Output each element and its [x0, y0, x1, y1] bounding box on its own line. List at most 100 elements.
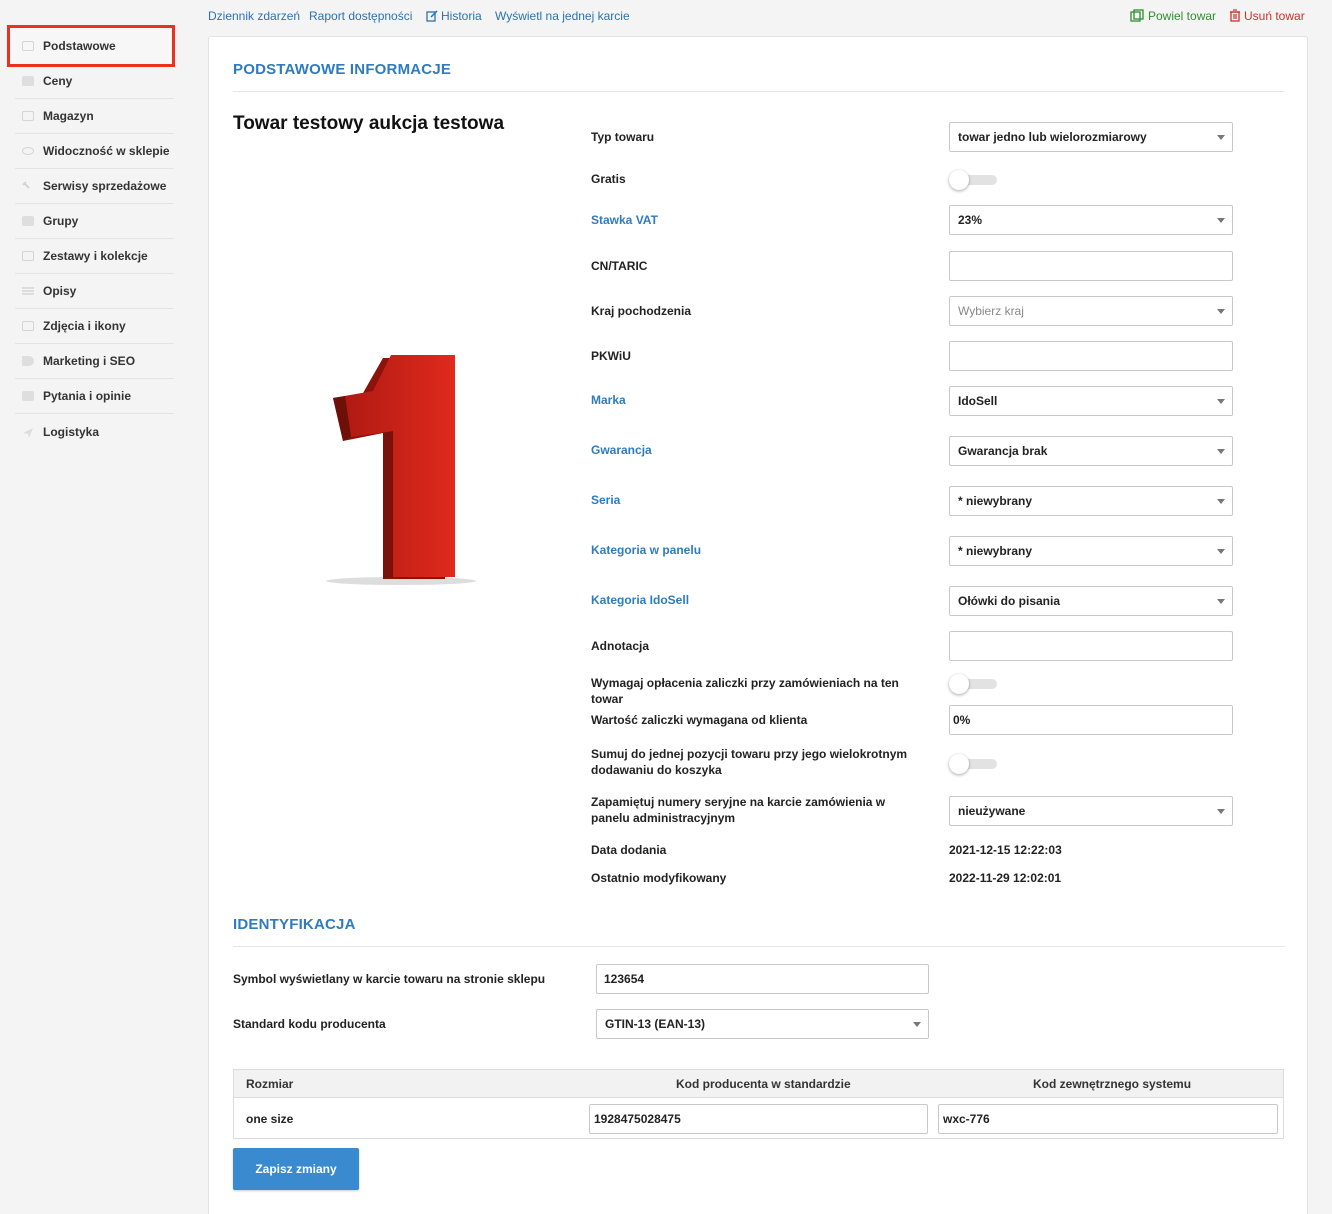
- history-link[interactable]: Historia: [426, 9, 482, 23]
- duplicate-label: Powiel towar: [1148, 9, 1217, 23]
- sidebar-item-logistyka[interactable]: Logistyka: [15, 414, 174, 449]
- gratis-label: Gratis: [591, 172, 626, 186]
- code-standard-label: Standard kodu producenta: [233, 1017, 386, 1031]
- panel-category-value: * niewybrany: [958, 544, 1033, 558]
- sidebar-item-widocznosc[interactable]: Widoczność w sklepie: [15, 134, 174, 169]
- tag-icon: [22, 356, 34, 366]
- series-select[interactable]: * niewybrany: [949, 486, 1233, 516]
- cn-taric-label: CN/TARIC: [591, 259, 648, 273]
- column-header-size: Rozmiar: [246, 1077, 294, 1091]
- event-log-link[interactable]: Dziennik zdarzeń: [208, 9, 300, 23]
- chevron-down-icon: [1217, 549, 1225, 554]
- chevron-down-icon: [1217, 599, 1225, 604]
- serial-numbers-label: Zapamiętuj numery seryjne na karcie zamó…: [591, 795, 886, 825]
- sidebar-item-label: Podstawowe: [43, 38, 116, 53]
- sidebar-item-zdjecia[interactable]: Zdjęcia i ikony: [15, 309, 174, 344]
- warranty-select[interactable]: Gwarancja brak: [949, 436, 1233, 466]
- sidebar-item-grupy[interactable]: Grupy: [15, 204, 174, 239]
- sidebar: Podstawowe Ceny Magazyn Widoczność w skl…: [0, 0, 182, 1214]
- gratis-toggle[interactable]: [949, 170, 999, 190]
- sidebar-item-label: Marketing i SEO: [43, 354, 136, 368]
- save-button[interactable]: Zapisz zmiany: [233, 1148, 359, 1190]
- country-placeholder: Wybierz kraj: [958, 304, 1024, 318]
- sidebar-item-label: Widoczność w sklepie: [43, 144, 170, 158]
- sidebar-item-zestawy[interactable]: Zestawy i kolekcje: [15, 239, 174, 274]
- delete-product-link[interactable]: Usuń towar: [1229, 9, 1305, 23]
- pkwiu-input[interactable]: [949, 341, 1233, 371]
- product-type-value: towar jedno lub wielorozmiarowy: [958, 130, 1147, 144]
- pkwiu-label: PKWiU: [591, 349, 631, 363]
- sidebar-item-label: Grupy: [43, 214, 79, 228]
- chevron-down-icon: [1217, 399, 1225, 404]
- annotation-input[interactable]: [949, 631, 1233, 661]
- last-modified-label: Ostatnio modyfikowany: [591, 871, 727, 885]
- section-divider: [233, 91, 1285, 92]
- symbol-label: Symbol wyświetlany w karcie towaru na st…: [233, 972, 546, 986]
- duplicate-product-link[interactable]: Powiel towar: [1130, 9, 1216, 23]
- product-type-label: Typ towaru: [591, 130, 655, 144]
- symbol-input[interactable]: 123654: [596, 964, 929, 994]
- sidebar-item-pytania[interactable]: Pytania i opinie: [15, 379, 174, 414]
- product-image: [233, 333, 569, 593]
- identification-title: IDENTYFIKACJA: [233, 916, 356, 933]
- sidebar-item-label: Serwisy sprzedażowe: [43, 179, 167, 193]
- chevron-down-icon: [1217, 135, 1225, 140]
- advance-value-input[interactable]: 0%: [949, 705, 1233, 735]
- basic-info-title: PODSTAWOWE INFORMACJE: [233, 61, 452, 78]
- serial-numbers-select[interactable]: nieużywane: [949, 796, 1233, 826]
- sidebar-item-podstawowe[interactable]: Podstawowe: [15, 28, 174, 63]
- sidebar-item-ceny[interactable]: Ceny: [15, 64, 174, 99]
- producer-codes-table: Rozmiar Kod producenta w standardzie Kod…: [233, 1069, 1284, 1139]
- hammer-icon: [22, 181, 34, 191]
- panel-category-select[interactable]: * niewybrany: [949, 536, 1233, 566]
- sidebar-item-label: Zestawy i kolekcje: [43, 249, 148, 263]
- sets-icon: [22, 251, 34, 261]
- country-select[interactable]: Wybierz kraj: [949, 296, 1233, 326]
- delete-label: Usuń towar: [1244, 9, 1305, 23]
- producer-code-input[interactable]: 1928475028475: [589, 1104, 928, 1134]
- sidebar-item-label: Zdjęcia i ikony: [43, 319, 126, 333]
- date-added-value: 2021-12-15 12:22:03: [949, 843, 1062, 857]
- top-actions-bar: Dziennik zdarzeń Raport dostępności Hist…: [208, 8, 1308, 28]
- series-label[interactable]: Seria: [591, 492, 921, 508]
- cube-icon: [22, 40, 34, 51]
- sum-position-toggle[interactable]: [949, 754, 999, 774]
- send-icon: [22, 427, 34, 438]
- last-modified-value: 2022-11-29 12:02:01: [949, 871, 1062, 885]
- chevron-down-icon: [1217, 809, 1225, 814]
- sidebar-item-magazyn[interactable]: Magazyn: [15, 99, 174, 134]
- sidebar-item-marketing[interactable]: Marketing i SEO: [15, 344, 174, 379]
- layers-icon: [22, 216, 34, 226]
- edit-icon: [426, 10, 438, 22]
- require-advance-toggle[interactable]: [949, 674, 999, 694]
- idosell-category-select[interactable]: Ołówki do pisania: [949, 586, 1233, 616]
- warehouse-icon: [22, 111, 34, 121]
- idosell-category-label[interactable]: Kategoria IdoSell: [591, 592, 921, 608]
- text-icon: [22, 287, 34, 295]
- date-added-label: Data dodania: [591, 843, 667, 857]
- row-size: one size: [246, 1112, 294, 1126]
- table-header: Rozmiar Kod producenta w standardzie Kod…: [234, 1070, 1283, 1098]
- brand-label[interactable]: Marka: [591, 392, 921, 408]
- sidebar-item-label: Ceny: [43, 74, 73, 88]
- product-type-select[interactable]: towar jedno lub wielorozmiarowy: [949, 122, 1233, 152]
- idosell-category-value: Ołówki do pisania: [958, 594, 1061, 608]
- cn-taric-input[interactable]: [949, 251, 1233, 281]
- sidebar-item-serwisy[interactable]: Serwisy sprzedażowe: [15, 169, 174, 204]
- brand-select[interactable]: IdoSell: [949, 386, 1233, 416]
- code-standard-select[interactable]: GTIN-13 (EAN-13): [596, 1009, 929, 1039]
- column-header-producer-code: Kod producenta w standardzie: [676, 1077, 851, 1091]
- serial-numbers-value: nieużywane: [958, 804, 1026, 818]
- availability-report-link[interactable]: Raport dostępności: [309, 9, 412, 23]
- panel-category-label[interactable]: Kategoria w panelu: [591, 542, 921, 558]
- sidebar-item-opisy[interactable]: Opisy: [15, 274, 174, 309]
- copy-icon: [1130, 9, 1144, 22]
- warranty-label[interactable]: Gwarancja: [591, 442, 921, 458]
- series-value: * niewybrany: [958, 494, 1033, 508]
- single-card-link[interactable]: Wyświetl na jednej karcie: [495, 9, 630, 23]
- section-divider: [233, 946, 1285, 947]
- external-code-input[interactable]: wxc-776: [938, 1104, 1278, 1134]
- vat-label[interactable]: Stawka VAT: [591, 212, 921, 228]
- chevron-down-icon: [1217, 309, 1225, 314]
- vat-select[interactable]: 23%: [949, 205, 1233, 235]
